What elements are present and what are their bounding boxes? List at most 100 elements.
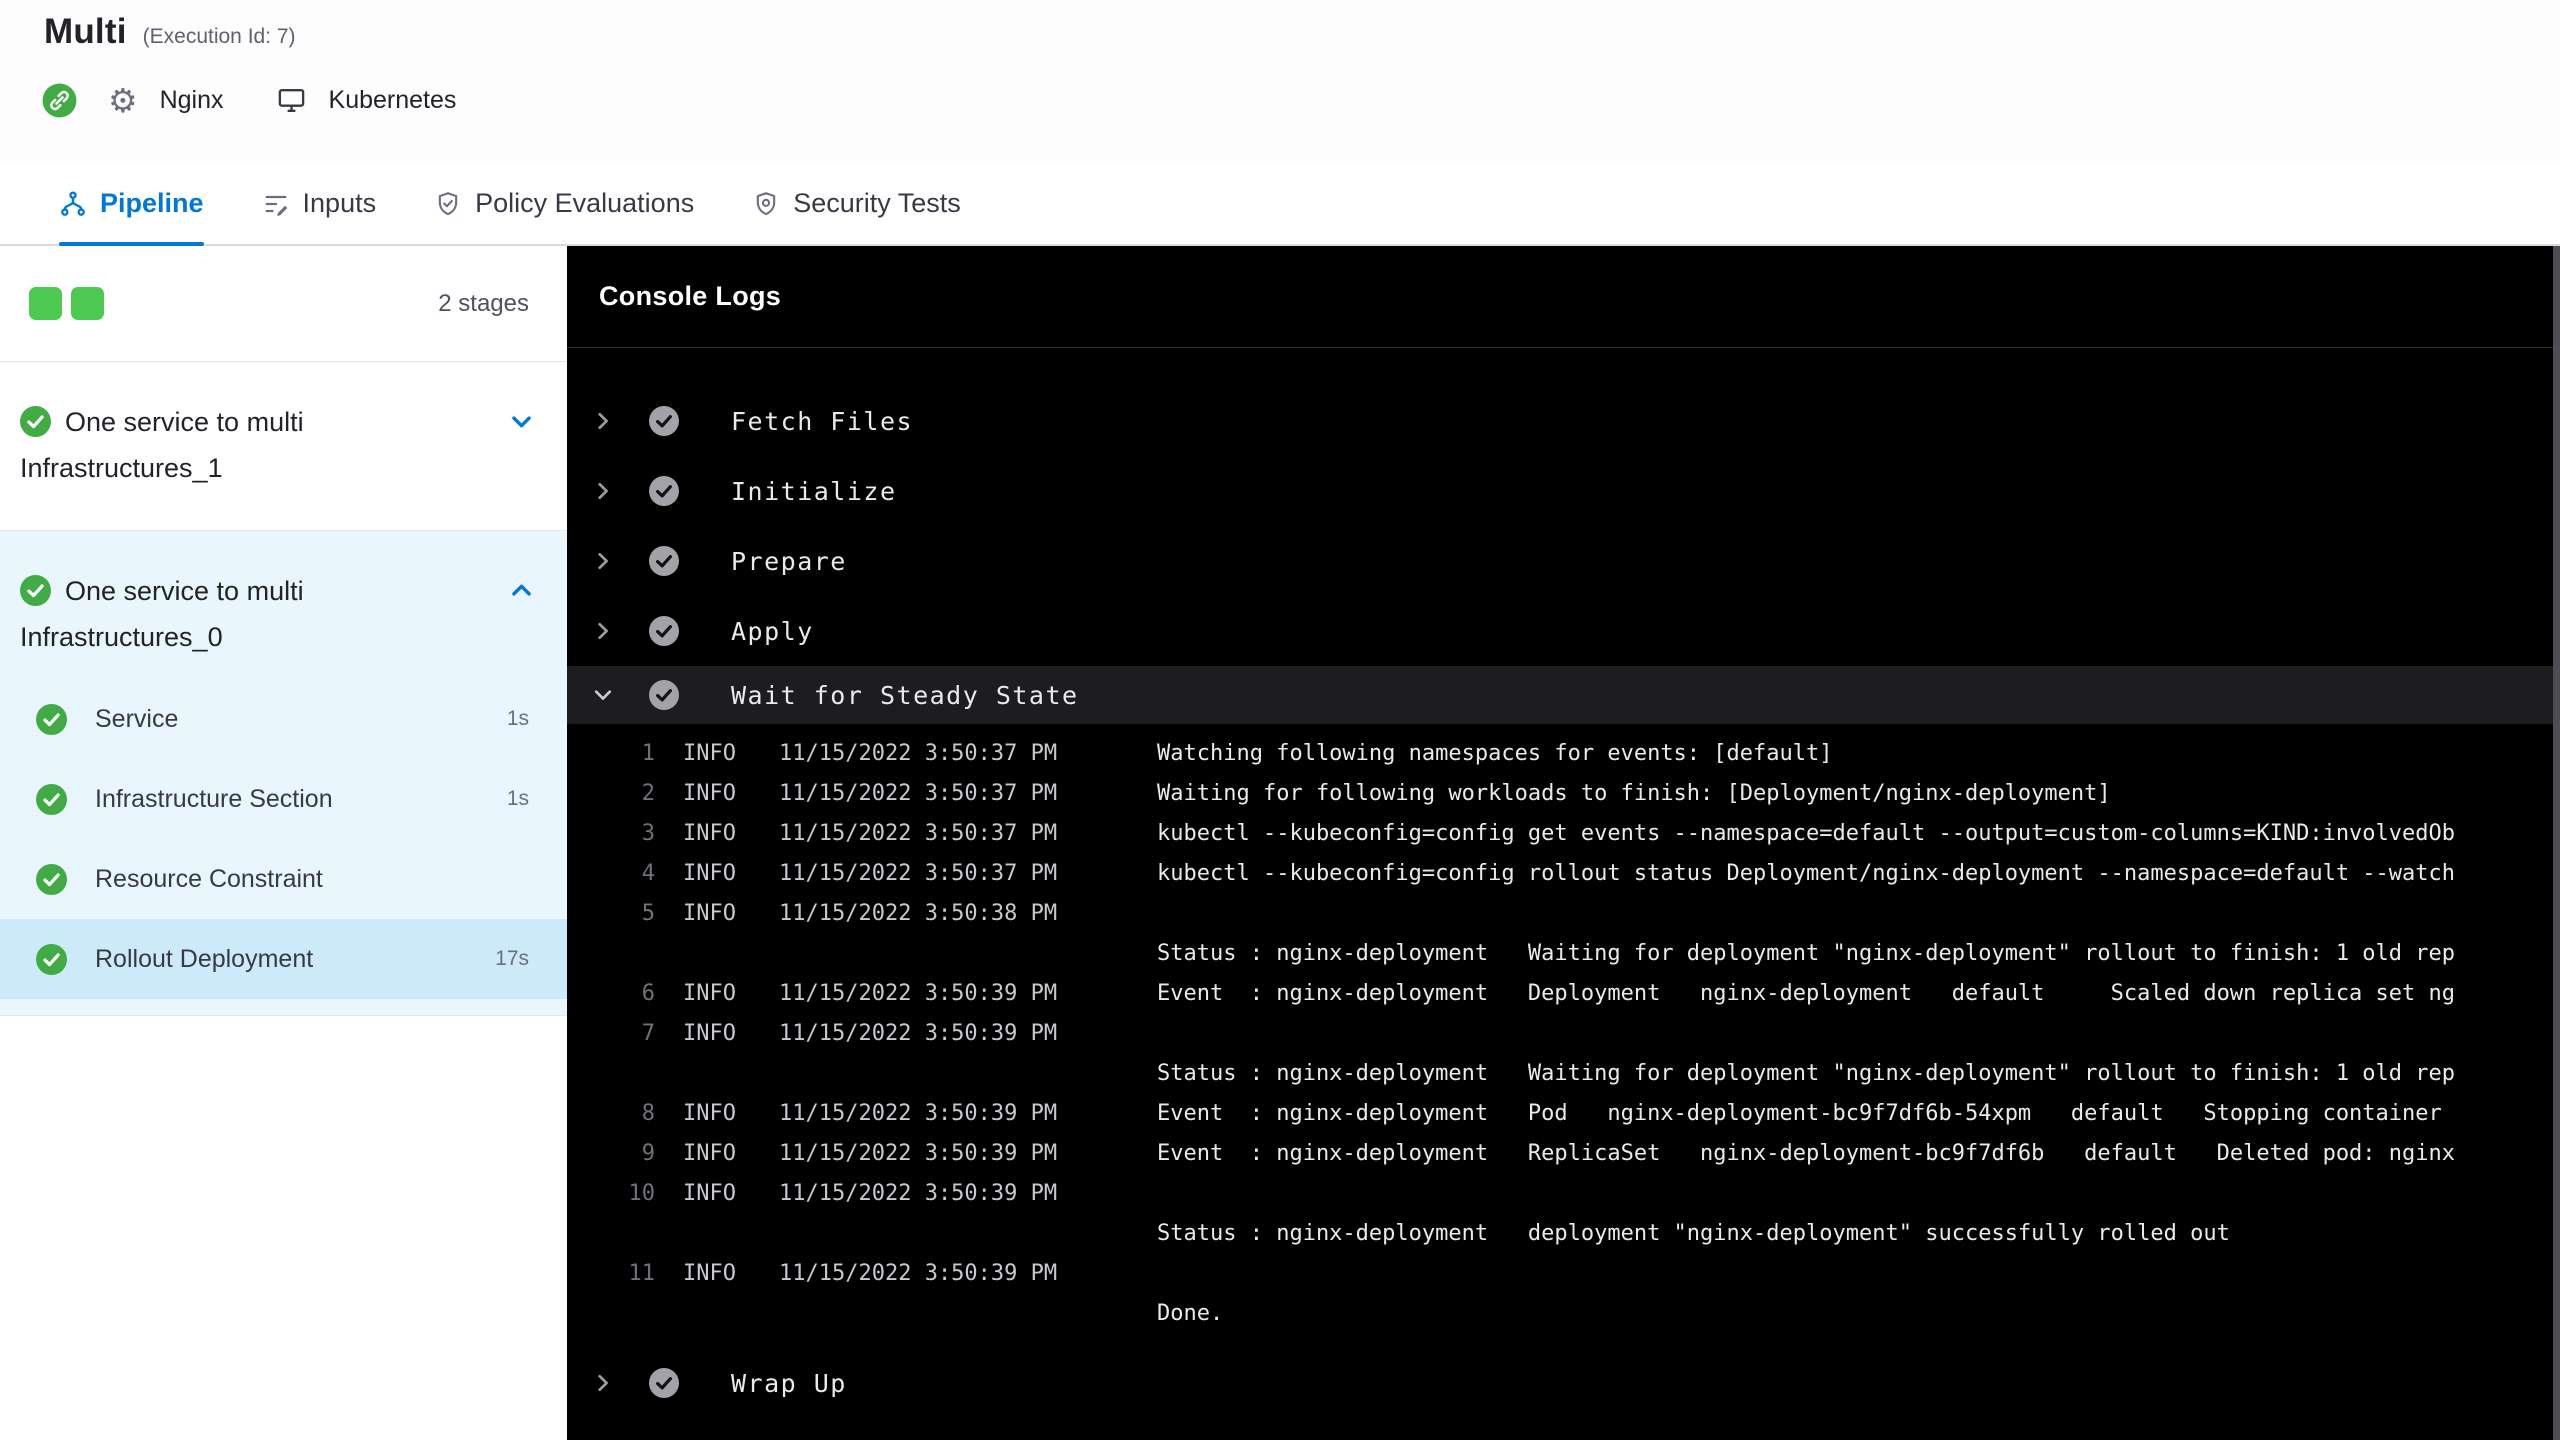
console-step-prepare[interactable]: Prepare xyxy=(567,526,2553,596)
chevron-right-icon[interactable] xyxy=(591,409,617,433)
tab-bar: Pipeline Inputs Policy Evaluations Security… xyxy=(0,163,2560,246)
log-message: Status : nginx-deployment deployment "ng… xyxy=(1157,1221,2230,1246)
log-line-number: 9 xyxy=(641,1141,655,1166)
stage-count-label: 2 stages xyxy=(438,289,529,317)
step-name: Resource Constraint xyxy=(95,864,323,893)
success-check-icon xyxy=(36,783,67,815)
chevron-down-icon[interactable] xyxy=(591,683,617,707)
chevron-right-icon[interactable] xyxy=(591,619,617,643)
success-check-icon xyxy=(649,680,679,710)
log-level: INFO xyxy=(683,901,736,926)
log-line-number: 5 xyxy=(641,901,655,926)
step-name: Service xyxy=(95,704,179,733)
chevron-right-icon[interactable] xyxy=(591,549,617,573)
console-title: Console Logs xyxy=(599,281,782,311)
log-line: Done. xyxy=(567,1294,2553,1334)
stage-steps: Service 1s Infrastructure Section 1s Resourc… xyxy=(0,667,567,1015)
log-line: 6 INFO 11/15/2022 3:50:39 PM Event : nginx-… xyxy=(567,974,2553,1014)
tab-policy-evaluations[interactable]: Policy Evaluations xyxy=(434,163,694,244)
log-timestamp: 11/15/2022 3:50:37 PM xyxy=(779,861,1058,886)
log-line: 2 INFO 11/15/2022 3:50:37 PM Waiting for fo… xyxy=(567,774,2553,814)
tab-label: Security Tests xyxy=(793,188,961,218)
chevron-down-icon[interactable] xyxy=(508,408,535,440)
log-level: INFO xyxy=(683,1021,736,1046)
page-title: Multi xyxy=(44,12,127,51)
log-level xyxy=(683,1214,745,1254)
page-header: Multi (Execution Id: 7) ⚙ Nginx Kubernet… xyxy=(0,0,2560,163)
log-timestamp xyxy=(779,1054,1071,1094)
console-step-wrap-up[interactable]: Wrap Up xyxy=(567,1348,2553,1418)
step-row-rollout-deployment[interactable]: Rollout Deployment 17s xyxy=(0,919,567,999)
log-message: Event : nginx-deployment Deployment ngin… xyxy=(1157,981,2456,1006)
log-block: 1 INFO 11/15/2022 3:50:37 PM Watching follo… xyxy=(567,724,2553,1348)
log-level: INFO xyxy=(683,1261,736,1286)
log-message: Waiting for following workloads to finis… xyxy=(1157,781,2111,806)
stage-header[interactable]: One service to multi Infrastructures_0 xyxy=(0,531,567,667)
step-row-resource-constraint[interactable]: Resource Constraint xyxy=(0,839,567,919)
stage-status-square[interactable] xyxy=(29,287,62,320)
log-timestamp: 11/15/2022 3:50:39 PM xyxy=(779,1021,1058,1046)
log-line: 8 INFO 11/15/2022 3:50:39 PM Event : nginx-… xyxy=(567,1094,2553,1134)
success-check-icon xyxy=(36,943,67,975)
execution-stage-panel: 2 stages One service to multi Infrastruc… xyxy=(0,246,567,1440)
console-panel: Console Logs Fetch Files Initialize Prepar… xyxy=(567,246,2560,1440)
log-timestamp: 11/15/2022 3:50:37 PM xyxy=(779,741,1058,766)
log-message: Done. xyxy=(1157,1301,1224,1326)
log-line: 9 INFO 11/15/2022 3:50:39 PM Event : nginx-… xyxy=(567,1134,2553,1174)
tab-label: Inputs xyxy=(302,188,377,218)
log-message: Event : nginx-deployment Pod nginx-deplo… xyxy=(1157,1101,2442,1126)
console-scrollbar[interactable] xyxy=(2553,246,2560,1440)
log-message: kubectl --kubeconfig=config rollout stat… xyxy=(1157,861,2456,886)
tab-label: Policy Evaluations xyxy=(475,188,695,218)
console-header: Console Logs xyxy=(567,246,2560,348)
chevron-up-icon[interactable] xyxy=(508,577,535,609)
log-line-number: 10 xyxy=(628,1181,656,1206)
console-step-initialize[interactable]: Initialize xyxy=(567,456,2553,526)
tab-inputs[interactable]: Inputs xyxy=(262,163,377,244)
step-duration: 1s xyxy=(506,707,529,730)
log-line: 4 INFO 11/15/2022 3:50:37 PM kubectl --kube… xyxy=(567,854,2553,894)
environment-name-label[interactable]: Kubernetes xyxy=(329,86,457,115)
service-name-label[interactable]: Nginx xyxy=(160,86,224,115)
console-step-fetch-files[interactable]: Fetch Files xyxy=(567,386,2553,456)
stage-status-square[interactable] xyxy=(71,287,104,320)
log-line: Status : nginx-deployment Waiting for de… xyxy=(567,1054,2553,1094)
success-check-icon xyxy=(36,863,67,895)
log-line-number: 2 xyxy=(641,781,655,806)
step-row-service[interactable]: Service 1s xyxy=(0,679,567,759)
service-icon xyxy=(41,82,78,119)
stage-header[interactable]: One service to multi Infrastructures_1 xyxy=(0,362,567,530)
tab-label: Pipeline xyxy=(100,188,204,218)
tab-security-tests[interactable]: Security Tests xyxy=(752,163,961,244)
chevron-right-icon[interactable] xyxy=(591,479,617,503)
log-line: 7 INFO 11/15/2022 3:50:39 PM xyxy=(567,1014,2553,1054)
log-line: 3 INFO 11/15/2022 3:50:37 PM kubectl --kube… xyxy=(567,814,2553,854)
tab-pipeline[interactable]: Pipeline xyxy=(59,163,204,246)
log-timestamp: 11/15/2022 3:50:39 PM xyxy=(779,1261,1058,1286)
log-level: INFO xyxy=(683,781,736,806)
inputs-icon xyxy=(262,190,290,218)
log-line: 10 INFO 11/15/2022 3:50:39 PM xyxy=(567,1174,2553,1214)
console-step-apply[interactable]: Apply xyxy=(567,596,2553,666)
success-check-icon xyxy=(20,406,51,448)
chevron-right-icon[interactable] xyxy=(591,1371,617,1395)
log-level: INFO xyxy=(683,741,736,766)
log-timestamp: 11/15/2022 3:50:39 PM xyxy=(779,1181,1058,1206)
gear-icon[interactable]: ⚙ xyxy=(108,84,138,117)
step-row-infrastructure-section[interactable]: Infrastructure Section 1s xyxy=(0,759,567,839)
success-check-icon xyxy=(649,616,679,646)
step-name: Rollout Deployment xyxy=(95,944,314,973)
log-message: kubectl --kubeconfig=config get events -… xyxy=(1157,821,2456,846)
log-level xyxy=(683,1054,745,1094)
step-name: Infrastructure Section xyxy=(95,784,333,813)
log-line: 11 INFO 11/15/2022 3:50:39 PM xyxy=(567,1254,2553,1294)
log-timestamp: 11/15/2022 3:50:39 PM xyxy=(779,1101,1058,1126)
execution-id: (Execution Id: 7) xyxy=(142,25,296,48)
log-level xyxy=(683,1294,745,1334)
log-line-number xyxy=(567,934,655,974)
stage-name: One service to multi Infrastructures_1 xyxy=(20,406,304,483)
pipeline-icon xyxy=(59,190,87,218)
console-step-wait-for-steady-state[interactable]: Wait for Steady State xyxy=(567,666,2553,724)
log-line-number: 1 xyxy=(641,741,655,766)
stage-name: One service to multi Infrastructures_0 xyxy=(20,575,304,652)
